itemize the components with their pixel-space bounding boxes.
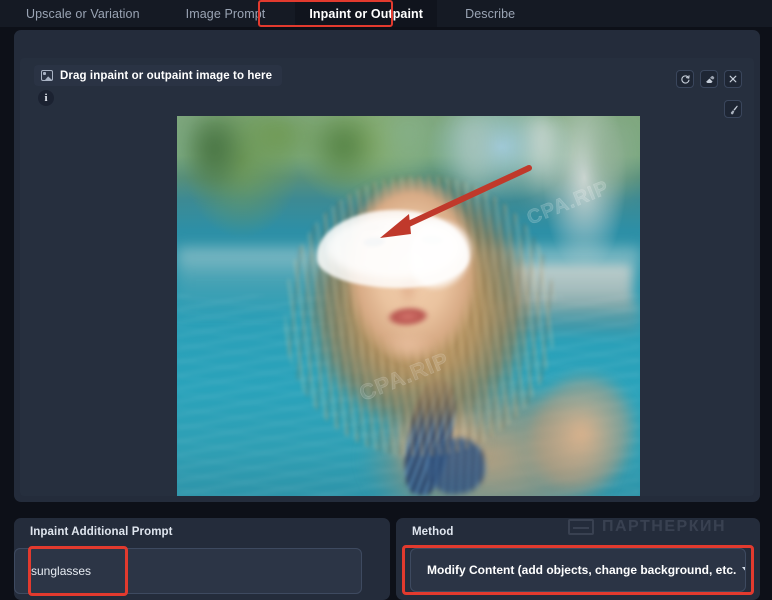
method-label: Method [412,526,454,538]
image-icon [41,70,53,81]
fooocus-inpaint-panel: Upscale or Variation Image Prompt Inpain… [0,0,772,600]
reset-icon[interactable] [676,70,694,88]
inpaint-canvas-panel[interactable]: CPA.RIP CPA.RIP CPA.RIP Drag inpaint or … [14,30,760,502]
inpaint-prompt-input[interactable]: sunglasses [14,548,362,594]
page-watermark-text: ПАРТНЕРКИН [602,518,727,535]
canvas-toolbar [676,70,742,88]
tab-label: Inpaint or Outpaint [309,6,424,21]
info-icon[interactable]: i [38,90,54,106]
close-icon[interactable] [724,70,742,88]
tab-upscale-or-variation[interactable]: Upscale or Variation [12,0,154,27]
tab-describe[interactable]: Describe [451,0,529,27]
inpaint-canvas-surface[interactable]: CPA.RIP CPA.RIP CPA.RIP Drag inpaint or … [20,58,754,496]
tab-label: Upscale or Variation [26,6,140,21]
tab-inpaint-or-outpaint[interactable]: Inpaint or Outpaint [295,0,438,27]
info-glyph: i [44,92,48,104]
inpaint-prompt-label: Inpaint Additional Prompt [30,526,173,538]
chevron-down-icon [742,567,745,573]
eraser-icon[interactable] [700,70,718,88]
page-watermark: ПАРТНЕРКИН [568,518,726,536]
drag-image-label: Drag inpaint or outpaint image to here [60,69,273,82]
tab-image-prompt[interactable]: Image Prompt [172,0,280,27]
page-watermark-logo-icon [568,519,594,535]
brush-icon[interactable] [724,100,742,118]
tab-bar: Upscale or Variation Image Prompt Inpain… [0,0,772,27]
inpaint-source-image[interactable]: CPA.RIP CPA.RIP CPA.RIP [177,116,640,496]
inpaint-prompt-value: sunglasses [31,564,92,578]
tab-label: Describe [465,6,516,21]
method-value: Modify Content (add objects, change back… [427,563,737,577]
method-select[interactable]: Modify Content (add objects, change back… [410,548,746,592]
tab-label: Image Prompt [185,6,266,21]
drag-image-hint[interactable]: Drag inpaint or outpaint image to here [34,65,283,86]
